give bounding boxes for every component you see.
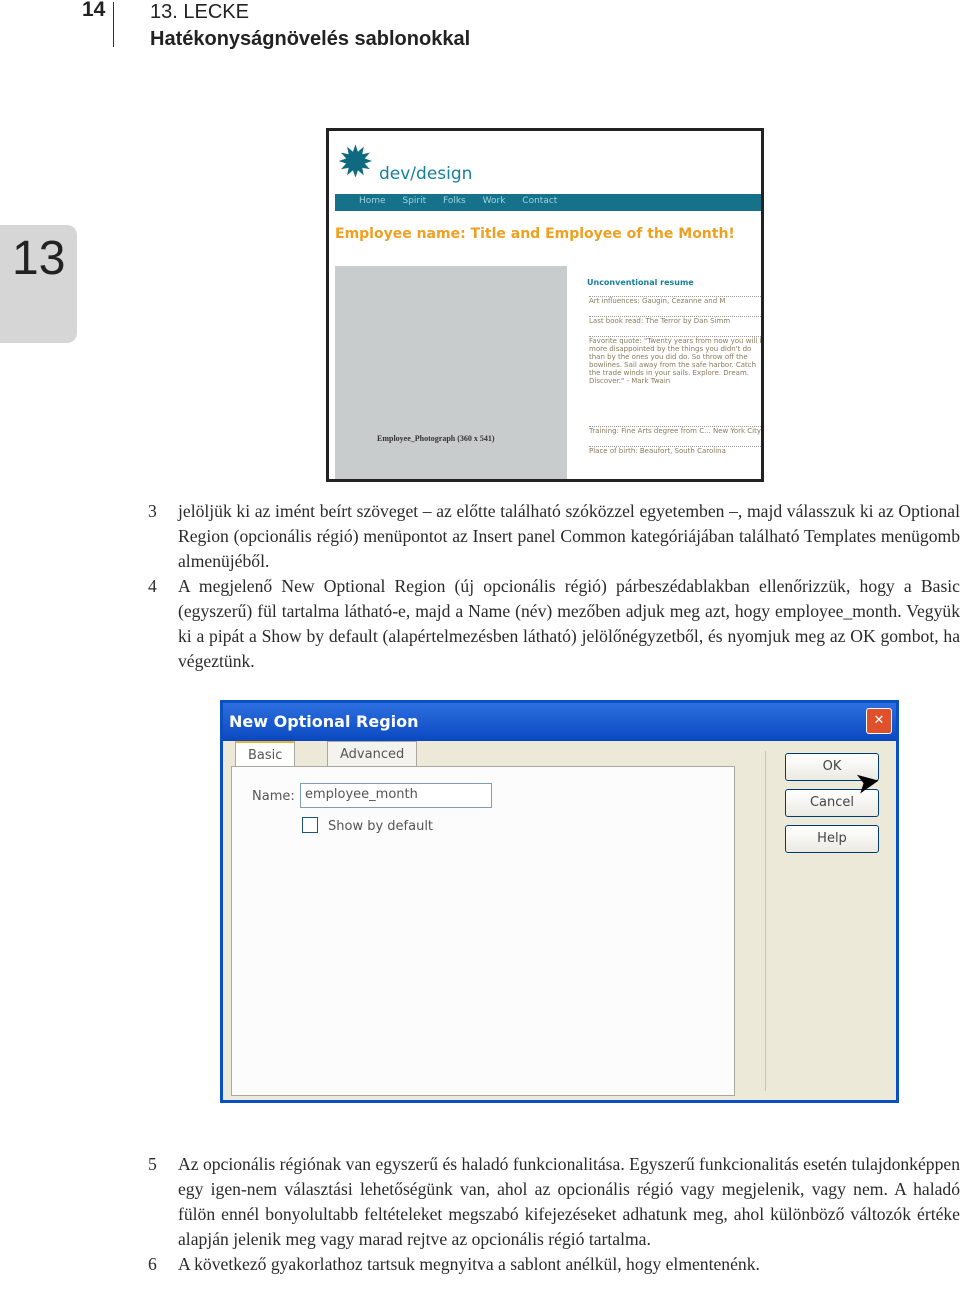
- nav-spirit: Spirit: [402, 196, 427, 206]
- name-label: Name:: [252, 789, 295, 804]
- resume-row: Favorite quote: "Twenty years from now y…: [589, 336, 761, 426]
- employee-heading: Employee name: Title and Employee of the…: [335, 226, 735, 242]
- nav-work: Work: [482, 196, 506, 206]
- steps-3-4: 3 jelöljük ki az imént beírt szöveget – a…: [148, 499, 960, 674]
- nav-contact: Contact: [522, 196, 558, 206]
- resume-table: Art influences: Gaugin, Cezanne and M La…: [589, 296, 761, 466]
- page-number: 14: [82, 0, 106, 21]
- step-item: 5 Az opcionális régiónak van egyszerű és …: [148, 1154, 960, 1249]
- site-logo: dev/design: [379, 164, 473, 184]
- resume-heading: Unconventional resume: [587, 278, 694, 287]
- step-item: 6A következő gyakorlathoz tartsuk megnyi…: [148, 1254, 760, 1274]
- resume-row: Place of birth: Beaufort, South Carolina: [589, 446, 761, 466]
- new-optional-region-dialog: New Optional Region ✕ Basic Advanced Nam…: [220, 700, 899, 1103]
- template-screenshot: ✹ dev/design Home Spirit Folks Work Cont…: [326, 128, 764, 482]
- lesson-subtitle: Hatékonyságnövelés sablonokkal: [150, 28, 471, 50]
- resume-row: Last book read: The Terror by Dan Simm: [589, 316, 761, 336]
- basic-panel: Name: employee_month Show by default: [231, 766, 735, 1096]
- tab-basic[interactable]: Basic: [235, 741, 296, 767]
- site-nav: Home Spirit Folks Work Contact: [335, 194, 761, 211]
- step-item: 3 jelöljük ki az imént beírt szöveget – a…: [148, 501, 960, 571]
- step-item: 4A megjelenő New Optional Region (új opc…: [148, 576, 960, 671]
- show-by-default-label: Show by default: [328, 819, 434, 834]
- resume-row: Training: Fine Arts degree from C... New…: [589, 426, 761, 446]
- header-divider: [113, 2, 114, 47]
- steps-5-6: 5 Az opcionális régiónak van egyszerű és …: [148, 1152, 960, 1277]
- photo-placeholder: Employee_Photograph (360 x 541): [335, 266, 567, 479]
- show-by-default-checkbox[interactable]: [302, 817, 318, 833]
- chapter-tab: 13: [0, 225, 77, 343]
- close-button[interactable]: ✕: [866, 708, 892, 734]
- lesson-label: 13. LECKE: [150, 1, 249, 23]
- help-button[interactable]: Help: [785, 825, 879, 853]
- dialog-title: New Optional Region: [223, 703, 896, 741]
- divider: [765, 751, 766, 1091]
- gear-logo-icon: ✹: [337, 137, 374, 188]
- tab-advanced[interactable]: Advanced: [327, 741, 418, 767]
- resume-row: Art influences: Gaugin, Cezanne and M: [589, 296, 761, 316]
- nav-home: Home: [359, 196, 386, 206]
- name-input[interactable]: employee_month: [300, 783, 492, 808]
- nav-folks: Folks: [442, 196, 466, 206]
